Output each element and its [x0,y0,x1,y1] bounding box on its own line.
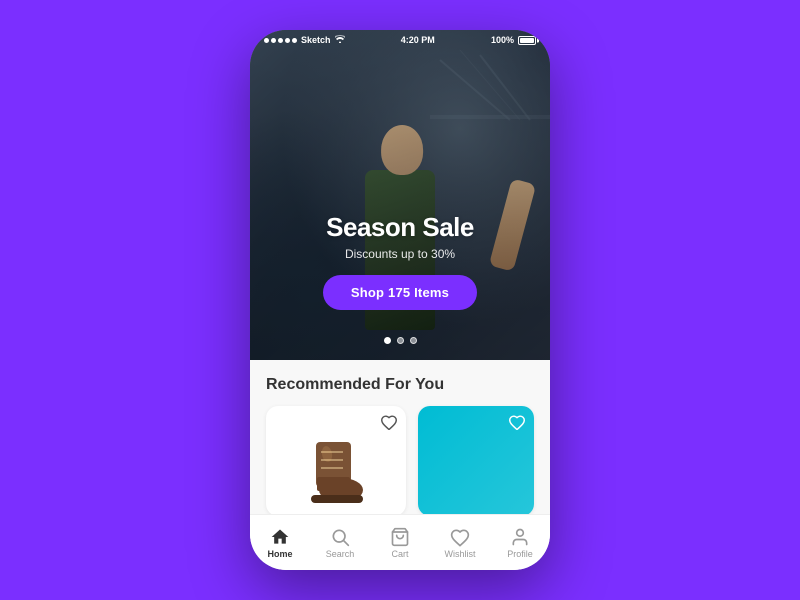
hero-content: Season Sale Discounts up to 30% Shop 175… [250,212,550,310]
time-display: 4:20 PM [401,35,435,45]
signal-dot-3 [278,38,283,43]
signal-dot-5 [292,38,297,43]
tab-cart[interactable]: Cart [370,521,430,565]
battery-icon [518,36,536,45]
tab-search-label: Search [326,549,355,559]
product-card-boot[interactable] [266,406,406,514]
shop-button[interactable]: Shop 175 Items [323,275,477,310]
signal-dot-1 [264,38,269,43]
search-icon [330,527,350,547]
recommended-title: Recommended For You [266,376,534,394]
tab-search[interactable]: Search [310,521,370,565]
hero-subtitle: Discounts up to 30% [345,247,455,261]
status-right: 100% [491,35,536,45]
status-left: Sketch [264,35,345,45]
wifi-icon [335,35,345,45]
tab-wishlist-label: Wishlist [445,549,476,559]
tab-cart-label: Cart [391,549,408,559]
wishlist-button-boot[interactable] [380,414,398,435]
heart-icon [380,414,398,430]
profile-icon [510,527,530,547]
carrier-label: Sketch [301,35,331,45]
hero-overlay [250,30,550,360]
heart-icon-2 [508,414,526,430]
products-row [266,406,534,514]
home-icon [270,527,290,547]
carousel-dots [250,337,550,344]
hero-banner: Season Sale Discounts up to 30% Shop 175… [250,30,550,360]
signal-dots [264,38,297,43]
boot-image [266,422,406,514]
tab-home-label: Home [267,549,292,559]
battery-percent: 100% [491,35,514,45]
carousel-dot-1[interactable] [384,337,391,344]
hero-title: Season Sale [326,212,474,243]
signal-dot-4 [285,38,290,43]
carousel-dot-3[interactable] [410,337,417,344]
battery-fill [520,38,534,43]
tab-home[interactable]: Home [250,521,310,565]
product-card-cyan[interactable] [418,406,534,514]
carousel-dot-2[interactable] [397,337,404,344]
tab-wishlist[interactable]: Wishlist [430,521,490,565]
phone-frame: Sketch 4:20 PM 100% [250,30,550,570]
recommended-section: Recommended For You [250,360,550,514]
tab-profile[interactable]: Profile [490,521,550,565]
tab-profile-label: Profile [507,549,533,559]
boot-svg [291,422,381,512]
tab-bar: Home Search Cart Wishlist [250,514,550,570]
wishlist-button-cyan[interactable] [508,414,526,435]
signal-dot-2 [271,38,276,43]
wishlist-icon [450,527,470,547]
cart-icon [390,527,410,547]
status-bar: Sketch 4:20 PM 100% [250,30,550,50]
